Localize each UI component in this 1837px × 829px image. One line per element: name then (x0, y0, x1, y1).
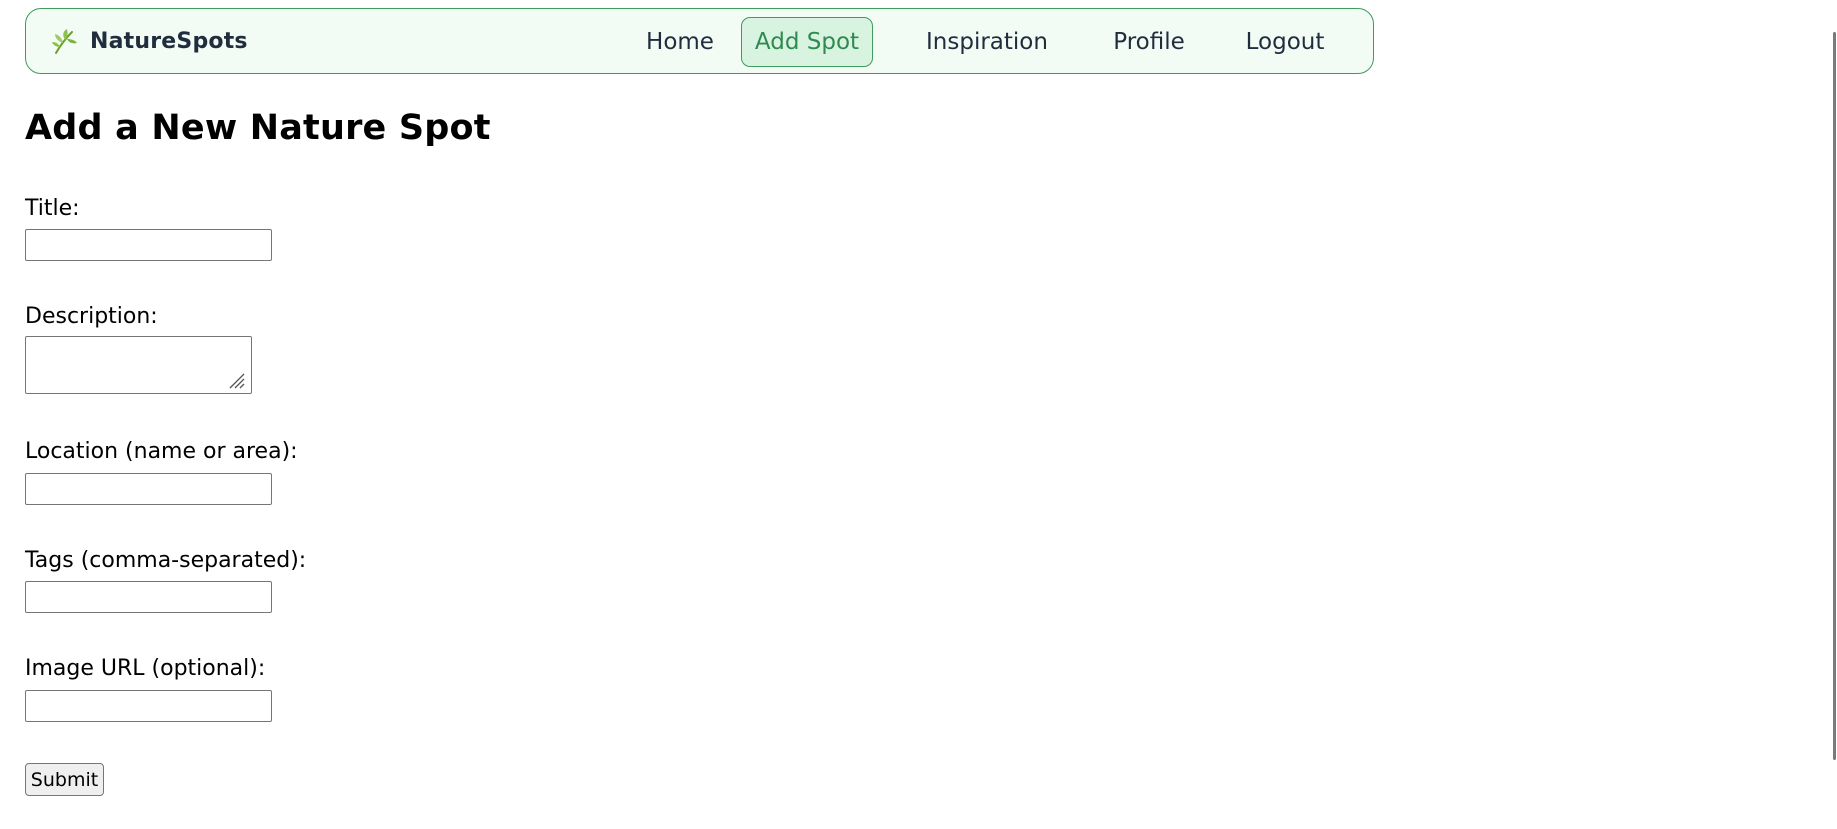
nav-item-logout[interactable]: Logout (1228, 17, 1342, 67)
submit-button[interactable]: Submit (25, 763, 104, 796)
nav-item-home[interactable]: Home (619, 17, 741, 67)
navbar: NatureSpots Home Add Spot Inspiration Pr… (25, 8, 1374, 74)
location-label: Location (name or area): (25, 439, 298, 464)
title-label: Title: (25, 196, 80, 221)
description-label: Description: (25, 304, 158, 329)
nav-item-profile[interactable]: Profile (1094, 17, 1204, 67)
scrollbar-track[interactable] (1828, 0, 1837, 829)
tags-input[interactable] (25, 581, 272, 613)
location-input[interactable] (25, 473, 272, 505)
image-url-input[interactable] (25, 690, 272, 722)
page-title: Add a New Nature Spot (25, 108, 491, 148)
title-input[interactable] (25, 229, 272, 261)
tags-label: Tags (comma-separated): (25, 548, 307, 573)
nav-links: Home Add Spot Inspiration Profile Logout (26, 9, 1373, 73)
nav-item-add-spot[interactable]: Add Spot (741, 17, 873, 67)
description-textarea[interactable] (25, 336, 252, 394)
page: NatureSpots Home Add Spot Inspiration Pr… (0, 0, 1837, 829)
nav-item-inspiration[interactable]: Inspiration (916, 17, 1058, 67)
image-url-label: Image URL (optional): (25, 656, 266, 681)
scrollbar-thumb[interactable] (1833, 32, 1836, 760)
